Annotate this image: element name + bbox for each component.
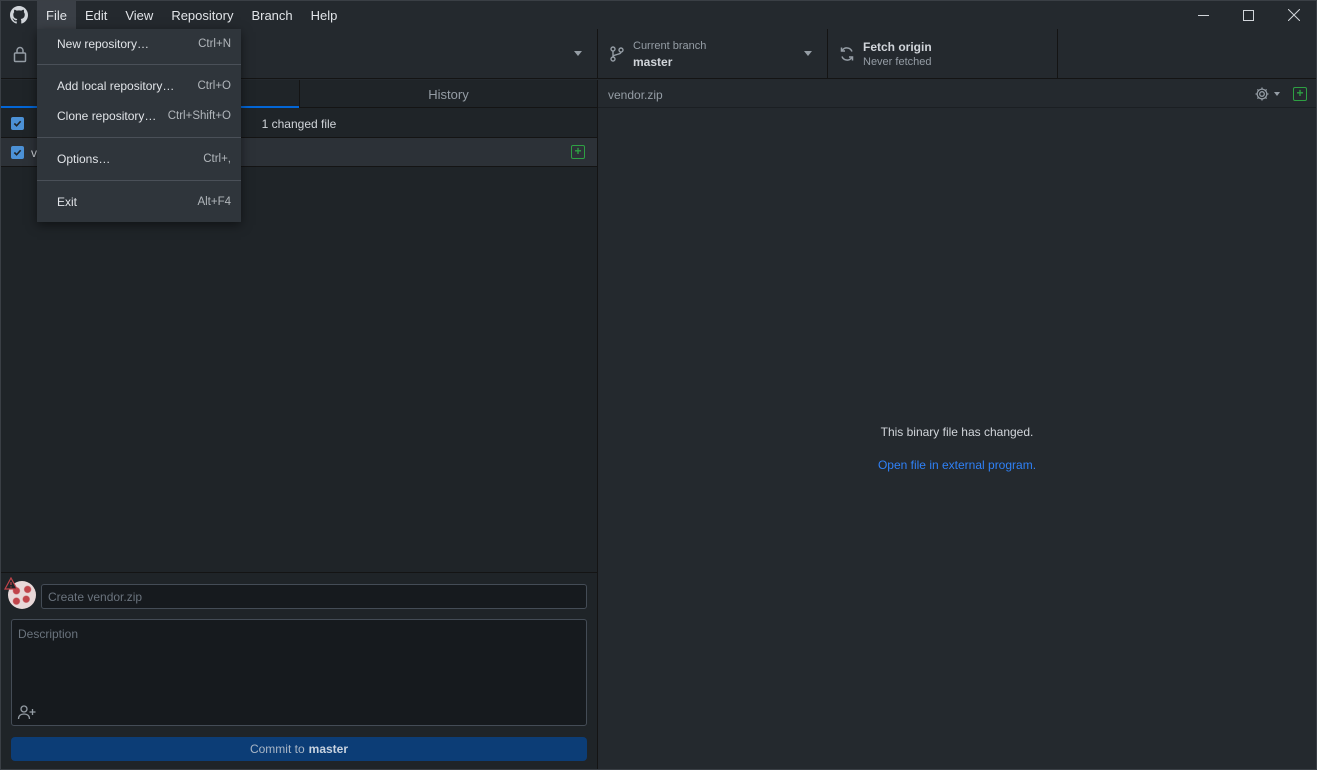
checkmark-icon xyxy=(13,149,22,156)
maximize-icon xyxy=(1243,9,1254,21)
menu-separator xyxy=(37,64,241,65)
menu-item-label: Options… xyxy=(57,152,111,166)
minimize-icon xyxy=(1198,14,1209,16)
lock-icon xyxy=(13,46,27,63)
branch-icon xyxy=(610,46,624,62)
branch-name: master xyxy=(633,55,673,69)
chevron-down-icon xyxy=(1274,92,1280,96)
menu-edit[interactable]: Edit xyxy=(76,1,116,29)
menu-item-shortcut: Ctrl+O xyxy=(197,80,231,92)
sync-icon xyxy=(840,47,854,61)
fetch-title: Fetch origin xyxy=(863,40,932,54)
menu-help[interactable]: Help xyxy=(302,1,347,29)
fetch-origin-button[interactable]: Fetch origin Never fetched xyxy=(828,29,1058,79)
menu-branch[interactable]: Branch xyxy=(242,1,301,29)
current-branch-button[interactable]: Current branch master xyxy=(598,29,828,79)
tab-history[interactable]: History xyxy=(299,80,597,108)
commit-description-input[interactable] xyxy=(12,620,586,700)
binary-file-message: This binary file has changed. xyxy=(880,425,1034,439)
window-controls xyxy=(1181,1,1316,29)
diff-view: vendor.zip + This binary file has change… xyxy=(598,80,1316,769)
commit-button[interactable]: Commit to master xyxy=(11,737,587,761)
close-button[interactable] xyxy=(1271,1,1316,29)
warning-icon xyxy=(3,576,20,593)
diff-header: vendor.zip + xyxy=(598,80,1316,108)
app-window: File Edit View Repository Branch Help Cu… xyxy=(0,0,1317,770)
branch-caption: Current branch xyxy=(633,40,707,52)
fetch-status: Never fetched xyxy=(863,56,932,68)
menu-item-shortcut: Ctrl+, xyxy=(203,153,231,165)
diff-options-button[interactable] xyxy=(1254,86,1282,102)
close-icon xyxy=(1287,9,1300,21)
open-external-link[interactable]: Open file in external program. xyxy=(598,458,1316,472)
menu-view[interactable]: View xyxy=(116,1,162,29)
description-box xyxy=(11,619,587,726)
minimize-button[interactable] xyxy=(1181,1,1226,29)
menu-item-label: New repository… xyxy=(57,37,150,51)
coauthor-icon[interactable] xyxy=(17,704,37,720)
gear-icon xyxy=(1255,87,1269,101)
file-checkbox[interactable] xyxy=(11,146,24,159)
menu-item-clone-repository[interactable]: Clone repository… Ctrl+Shift+O xyxy=(37,102,241,130)
menu-item-shortcut: Ctrl+N xyxy=(198,38,231,50)
menu-repository[interactable]: Repository xyxy=(162,1,242,29)
maximize-button[interactable] xyxy=(1226,1,1271,29)
commit-message-area: Commit to master xyxy=(1,572,597,769)
add-file-icon: + xyxy=(1293,87,1307,101)
menu-item-shortcut: Ctrl+Shift+O xyxy=(167,110,231,122)
menu-file[interactable]: File xyxy=(37,1,76,29)
menu-item-options[interactable]: Options… Ctrl+, xyxy=(37,145,241,173)
menu-item-exit[interactable]: Exit Alt+F4 xyxy=(37,188,241,216)
menu-item-label: Clone repository… xyxy=(57,109,157,123)
menu-item-shortcut: Alt+F4 xyxy=(197,196,231,208)
diff-file-path: vendor.zip xyxy=(608,88,663,102)
chevron-down-icon xyxy=(574,51,582,56)
menu-item-add-local-repository[interactable]: Add local repository… Ctrl+O xyxy=(37,72,241,100)
menu-item-label: Exit xyxy=(57,195,78,209)
add-file-icon: + xyxy=(571,145,585,159)
commit-summary-input[interactable] xyxy=(41,584,587,609)
file-menu-dropdown: New repository… Ctrl+N Add local reposit… xyxy=(37,29,241,222)
menu-item-label: Add local repository… xyxy=(57,79,175,93)
menu-separator xyxy=(37,137,241,138)
menu-item-new-repository[interactable]: New repository… Ctrl+N xyxy=(37,30,241,58)
title-bar: File Edit View Repository Branch Help xyxy=(1,1,1316,29)
menu-separator xyxy=(37,180,241,181)
chevron-down-icon xyxy=(804,51,812,56)
commit-button-branch: master xyxy=(308,742,349,756)
commit-button-prefix: Commit to xyxy=(249,742,305,756)
github-logo-icon xyxy=(1,1,37,29)
